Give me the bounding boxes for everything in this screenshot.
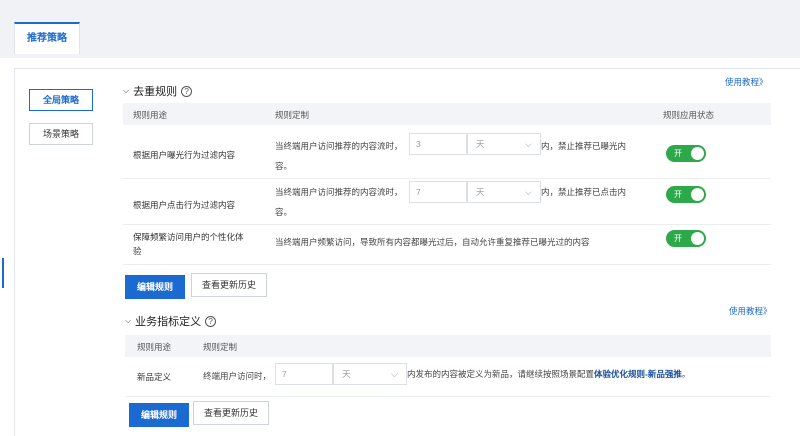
days-input[interactable]: 3 [409,133,467,155]
row-desc-pre: 当终端用户访问推荐的内容流时， [275,141,403,151]
help-question-icon[interactable]: ? [205,315,217,327]
help-question-icon[interactable]: ? [181,85,193,97]
dedup-help-link[interactable]: 使用教程》 [725,76,768,88]
toggle-knob [691,188,704,201]
unit-value: 天 [476,139,485,149]
desc-period: 。 [681,369,691,379]
chevron-down-icon: ⌵ [525,139,532,149]
table-row: 新品定义 终端用户访问时， 7 天 ⌵ 内发布的内容被定义为新品，请继续按照场景… [125,357,771,397]
row-desc-post: 内发布的内容被定义为新品，请继续按照场景配置体验优化规则-新品强推。 [407,367,690,381]
status-toggle[interactable]: 开 [666,230,706,247]
toggle-label: 开 [674,149,682,158]
table-row: 根据用户曝光行为过滤内容 当终端用户访问推荐的内容流时， 3 天 ⌵ 内，禁止推… [123,125,771,179]
business-edit-button[interactable]: 编辑规则 [129,403,189,427]
dedup-history-button[interactable]: 查看更新历史 [191,273,267,297]
days-input[interactable]: 7 [409,181,467,203]
row-purpose-line2: 验 [133,246,142,256]
left-edge-marker [2,258,4,288]
table-row: 保障频繁访问用户的个性化体 验 当终端用户频繁访问，导致所有内容都曝光过后，自动… [123,225,771,265]
toggle-knob [691,232,704,245]
row-desc-post: 内，禁止推荐已曝光内 [541,141,627,151]
header-purpose: 规则用途 [137,342,172,352]
row-purpose: 根据用户点击行为过滤内容 [133,200,236,210]
row-desc-pre: 终端用户访问时， [203,371,272,381]
sidebar-item-global-strategy[interactable]: 全局策略 [29,89,93,111]
row-desc-post: 内，禁止推荐已点击内 [541,187,627,197]
row-purpose: 根据用户曝光行为过滤内容 [133,150,236,160]
row-desc-line2: 容。 [275,161,293,171]
business-section-title[interactable]: ⌵ 业务指标定义 ? [125,313,217,329]
dedup-section-title[interactable]: ⌵ 去重规则 ? [123,83,193,99]
dedup-table-header: 规则用途 规则定制 规则应用状态 [123,103,771,125]
status-toggle[interactable]: 开 [666,145,706,162]
desc-post-text: 内发布的内容被定义为新品，请继续按照场景配置 [407,369,595,379]
dedup-edit-button[interactable]: 编辑规则 [125,275,185,299]
toggle-knob [691,147,704,160]
toggle-label: 开 [674,190,682,199]
toggle-label: 开 [674,234,682,243]
header-definition: 规则定制 [203,342,238,352]
chevron-down-icon: ⌵ [391,369,398,379]
main-panel: 全局策略 场景策略 ⌵ 去重规则 ? 使用教程》 规则用途 规则定制 规则应用状… [14,68,800,436]
header-purpose: 规则用途 [133,110,168,120]
unit-value: 天 [476,187,485,197]
business-title-text: 业务指标定义 [135,316,202,328]
days-input[interactable]: 7 [275,363,333,385]
chevron-down-icon: ⌵ [525,187,532,197]
row-desc-line2: 容。 [275,207,293,217]
unit-select[interactable]: 天 ⌵ [467,133,541,155]
business-table-header: 规则用途 规则定制 [125,335,771,357]
sidebar-item-scene-strategy[interactable]: 场景策略 [29,123,93,145]
dedup-title-text: 去重规则 [133,86,178,98]
header-definition: 规则定制 [275,110,310,120]
business-history-button[interactable]: 查看更新历史 [193,401,269,425]
tab-recommend-strategy[interactable]: 推荐策略 [14,22,80,54]
chevron-down-icon: ⌵ [123,86,130,95]
row-desc: 当终端用户频繁访问，导致所有内容都曝光过后，自动允许重复推荐已曝光过的内容 [275,237,590,247]
tab-label: 推荐策略 [27,33,67,44]
business-help-link[interactable]: 使用教程》 [729,305,772,317]
unit-select[interactable]: 天 ⌵ [467,181,541,203]
header-status: 规则应用状态 [663,110,715,120]
row-purpose: 新品定义 [137,372,172,382]
chevron-down-icon: ⌵ [125,316,132,325]
status-toggle[interactable]: 开 [666,186,706,203]
row-purpose-line1: 保障频繁访问用户的个性化体 [133,232,244,242]
table-row: 根据用户点击行为过滤内容 当终端用户访问推荐的内容流时， 7 天 ⌵ 内，禁止推… [123,179,771,225]
top-tab-bar: 推荐策略 [0,0,800,58]
unit-value: 天 [342,369,351,379]
new-product-rule-link[interactable]: 体验优化规则-新品强推 [594,369,682,379]
unit-select[interactable]: 天 ⌵ [333,363,407,385]
row-desc-pre: 当终端用户访问推荐的内容流时， [275,187,403,197]
